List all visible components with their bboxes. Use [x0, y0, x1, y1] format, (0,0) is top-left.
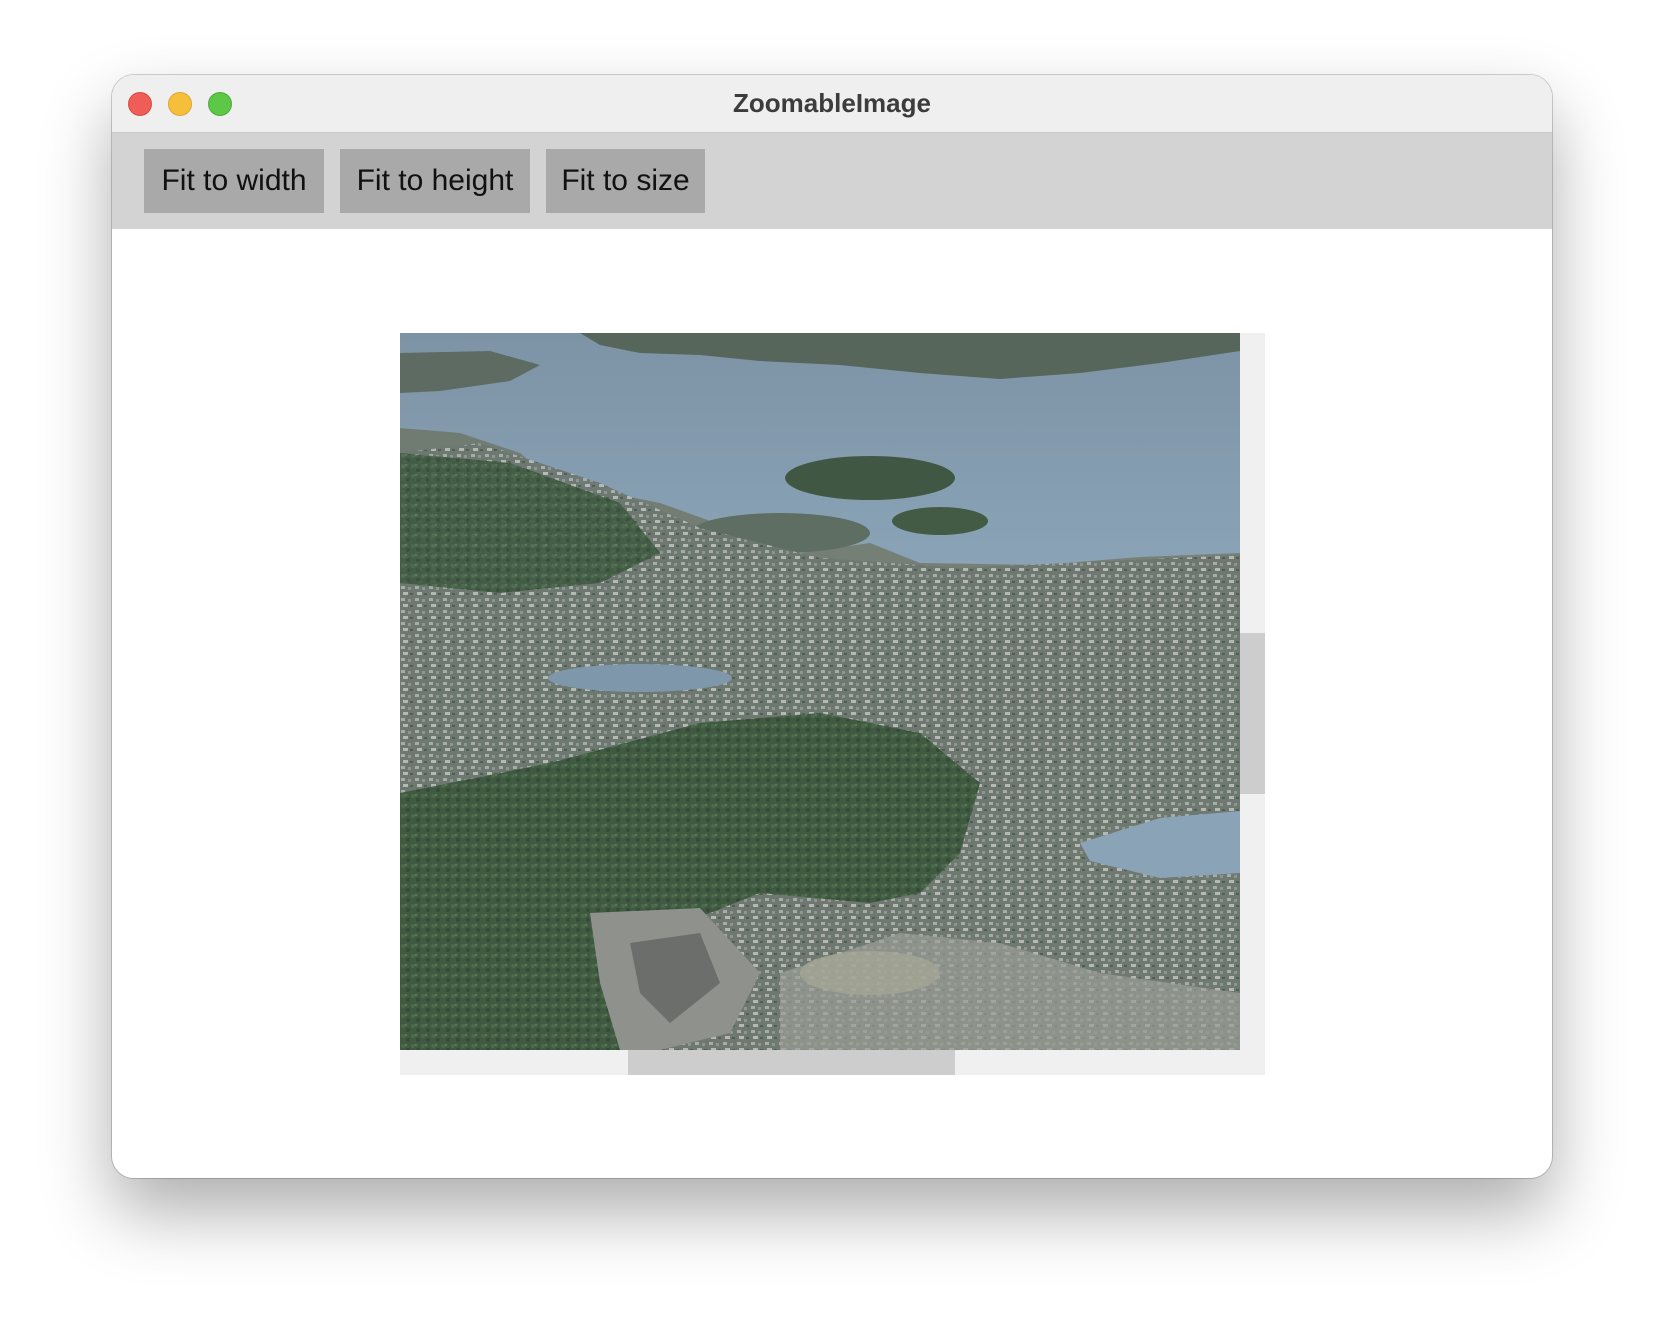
fit-to-size-button[interactable]: Fit to size	[546, 149, 705, 213]
vertical-scrollbar[interactable]	[1240, 333, 1265, 1050]
vertical-scroll-thumb[interactable]	[1240, 633, 1265, 794]
horizontal-scroll-thumb[interactable]	[628, 1050, 955, 1075]
aerial-photo-image	[400, 333, 1240, 1050]
scroll-corner	[1240, 1050, 1265, 1075]
app-window: ZoomableImage Fit to width Fit to height…	[112, 75, 1552, 1178]
image-scroll-view[interactable]	[400, 333, 1265, 1075]
window-title: ZoomableImage	[733, 88, 931, 118]
content-area	[112, 229, 1552, 1178]
fit-to-height-button[interactable]: Fit to height	[340, 149, 530, 213]
fit-to-width-button[interactable]: Fit to width	[144, 149, 324, 213]
zoomable-image[interactable]	[400, 333, 1240, 1050]
toolbar: Fit to width Fit to height Fit to size	[112, 133, 1552, 229]
title-bar[interactable]: ZoomableImage	[112, 75, 1552, 133]
horizontal-scrollbar[interactable]	[400, 1050, 1240, 1075]
